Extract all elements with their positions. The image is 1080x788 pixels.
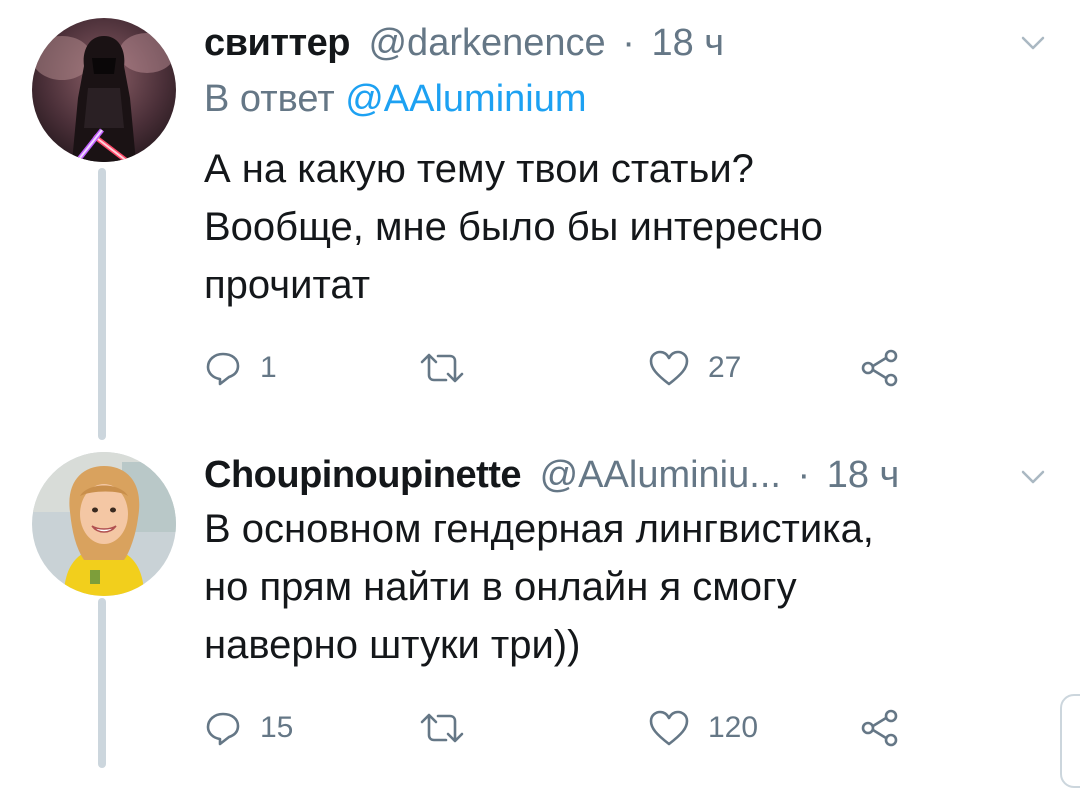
heart-icon (649, 710, 689, 746)
floating-compose-edge[interactable] (1060, 694, 1080, 788)
retweet-button[interactable] (418, 698, 484, 758)
user-handle[interactable]: @AAluminiu... (540, 454, 781, 496)
mention-link[interactable]: @AAluminium (345, 78, 586, 120)
chevron-down-icon[interactable] (1020, 464, 1046, 490)
reply-context: В ответ @AAluminium (204, 76, 587, 122)
avatar-image (32, 452, 176, 596)
reply-icon (206, 352, 240, 386)
separator-dot: · (622, 22, 635, 64)
reply-count: 15 (260, 711, 294, 744)
separator-dot: · (797, 454, 811, 496)
tweet-actions: 15 120 (0, 698, 1080, 758)
like-count: 120 (708, 711, 759, 744)
like-count: 27 (708, 351, 742, 384)
tweet-text-line: но прям найти в онлайн я смогу (204, 565, 797, 609)
tweet-text-line: В основном гендерная лингвистика, (204, 507, 874, 551)
tweet-1[interactable]: свиттер @darkenence · 18 ч В ответ @AAlu… (0, 0, 1080, 440)
reply-prefix: В ответ (204, 78, 335, 120)
reply-button[interactable]: 15 (204, 698, 293, 758)
avatar[interactable] (32, 18, 176, 162)
tweet-text-line: прочитат (204, 263, 371, 307)
share-button[interactable] (860, 698, 900, 758)
reply-count: 1 (260, 351, 277, 384)
tweet-text-line: наверно штуки три)) (204, 623, 581, 667)
retweet-icon (420, 353, 464, 383)
retweet-button[interactable] (418, 338, 484, 398)
chevron-down-icon[interactable] (1020, 30, 1046, 56)
user-handle[interactable]: @darkenence (368, 22, 605, 64)
share-button[interactable] (860, 338, 900, 398)
share-icon (861, 349, 898, 387)
reply-button[interactable]: 1 (204, 338, 277, 398)
share-icon (861, 709, 898, 747)
tweet-text: А на какую тему твои статьи? Вообще, мне… (204, 140, 964, 314)
avatar[interactable] (32, 452, 176, 596)
like-button[interactable]: 120 (648, 698, 758, 758)
display-name[interactable]: Choupinoupinette (204, 454, 522, 496)
timestamp[interactable]: 18 ч (651, 22, 724, 64)
tweet-actions: 1 27 (0, 338, 1080, 398)
tweet-text-line: Вообще, мне было бы интересно (204, 205, 823, 249)
display-name[interactable]: свиттер (204, 22, 350, 64)
avatar-image (32, 18, 176, 162)
like-button[interactable]: 27 (648, 338, 741, 398)
reply-icon (206, 712, 240, 746)
tweet-2[interactable]: Choupinoupinette @AAluminiu... · 18 ч В … (0, 440, 1080, 768)
heart-icon (649, 350, 689, 386)
tweet-header: Choupinoupinette @AAluminiu... · 18 ч (204, 452, 899, 498)
tweet-text: В основном гендерная лингвистика, но пря… (204, 500, 964, 674)
timestamp[interactable]: 18 ч (827, 454, 900, 496)
tweet-text-line: А на какую тему твои статьи? (204, 147, 754, 191)
retweet-icon (420, 713, 464, 743)
tweet-header: свиттер @darkenence · 18 ч (204, 20, 724, 66)
